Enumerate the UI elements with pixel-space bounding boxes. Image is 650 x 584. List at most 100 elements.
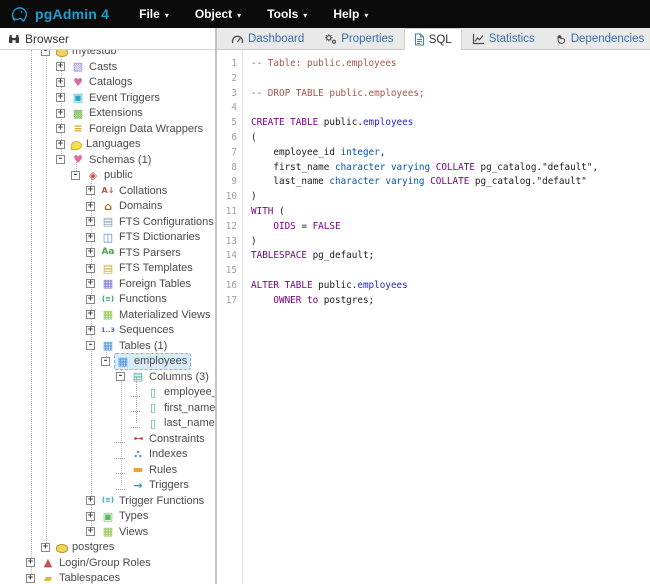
tree-item-types[interactable]: +▣Types bbox=[0, 509, 215, 525]
tab-dependencies[interactable]: Dependencies bbox=[545, 28, 650, 49]
sql-token-keyword: TABLESPACE bbox=[251, 250, 307, 261]
tree-item-collations[interactable]: +A↓Collations bbox=[0, 183, 215, 199]
menu-file[interactable]: File ▾ bbox=[139, 7, 169, 21]
tree-item-sequences[interactable]: +1..3 Sequences bbox=[0, 323, 215, 339]
tree-expander-toggle[interactable]: + bbox=[86, 233, 95, 242]
tree-expander-toggle[interactable]: + bbox=[86, 527, 95, 536]
tree-item-foreign-tables[interactable]: +▦Foreign Tables bbox=[0, 276, 215, 292]
sql-token-comment: -- Table: public.employees bbox=[251, 58, 397, 69]
tree-item-label: Tables (1) bbox=[119, 340, 167, 352]
detail-tabbar: DashboardPropertiesSQLStatisticsDependen… bbox=[217, 28, 650, 50]
tree-expander-toggle[interactable]: - bbox=[71, 171, 80, 180]
tree-expander-toggle[interactable]: + bbox=[86, 295, 95, 304]
tree-item-employee-id[interactable]: ▯employee_id bbox=[0, 385, 215, 401]
tab-statistics[interactable]: Statistics bbox=[462, 28, 545, 49]
tree-item-public[interactable]: -◈public bbox=[0, 168, 215, 184]
menu-object[interactable]: Object▾ bbox=[195, 7, 241, 21]
tree-item-labelwrap: Languages bbox=[69, 136, 144, 152]
tree-expander-toggle[interactable]: + bbox=[56, 124, 65, 133]
tab-dashboard[interactable]: Dashboard bbox=[221, 28, 314, 49]
tree-expander-toggle[interactable]: + bbox=[86, 310, 95, 319]
tree-item-indexes[interactable]: ∴Indexes bbox=[0, 447, 215, 463]
tree-item-employees[interactable]: -▦employees bbox=[0, 354, 215, 370]
tree-expander-toggle[interactable]: + bbox=[86, 217, 95, 226]
tree-expander-toggle[interactable]: - bbox=[56, 155, 65, 164]
detail-panel: DashboardPropertiesSQLStatisticsDependen… bbox=[217, 28, 650, 584]
menu-help[interactable]: Help▾ bbox=[333, 7, 368, 21]
sql-editor[interactable]: 1234567891011121314151617 -- Table: publ… bbox=[217, 50, 650, 584]
functions-icon: (≡) bbox=[101, 293, 115, 306]
sql-token-type: integer bbox=[341, 147, 380, 158]
tree-expander-toggle[interactable]: + bbox=[26, 574, 35, 583]
tree-expander-toggle[interactable]: + bbox=[86, 496, 95, 505]
tree-expander-toggle[interactable]: + bbox=[56, 93, 65, 102]
tree-expander-toggle[interactable]: - bbox=[86, 341, 95, 350]
tree-expander-toggle[interactable]: + bbox=[86, 264, 95, 273]
views-icon: ▦ bbox=[101, 525, 115, 538]
tree-item-label: first_name bbox=[164, 402, 215, 414]
tree-item-domains[interactable]: +⌂Domains bbox=[0, 199, 215, 215]
sql-token-keyword: OIDS bbox=[273, 221, 295, 232]
tree-expander-toggle[interactable]: - bbox=[101, 357, 110, 366]
tree-item-label: Foreign Data Wrappers bbox=[89, 123, 203, 135]
tree-item-languages[interactable]: + Languages bbox=[0, 137, 215, 153]
sequences-icon: 1..3 bbox=[101, 324, 115, 337]
tree-expander-toggle[interactable]: + bbox=[86, 512, 95, 521]
tree-expander-toggle[interactable]: + bbox=[86, 326, 95, 335]
tree-item-label: Schemas (1) bbox=[89, 154, 151, 166]
tree-item-views[interactable]: +▦Views bbox=[0, 524, 215, 540]
tree-item-label: FTS Templates bbox=[119, 262, 193, 274]
tree-expander-toggle[interactable]: + bbox=[86, 202, 95, 211]
tree-item-last-name[interactable]: ▯last_name bbox=[0, 416, 215, 432]
types-icon: ▣ bbox=[101, 510, 115, 523]
tree-item-extensions[interactable]: +▩Extensions bbox=[0, 106, 215, 122]
tree-item-functions[interactable]: +(≡)Functions bbox=[0, 292, 215, 308]
tree-item-fts-parsers[interactable]: +AaFTS Parsers bbox=[0, 245, 215, 261]
tree-item-constraints[interactable]: ►◄Constraints bbox=[0, 431, 215, 447]
tree-item-labelwrap: →Triggers bbox=[129, 477, 193, 494]
tree-item-rules[interactable]: ▬Rules bbox=[0, 462, 215, 478]
tree-item-columns-3[interactable]: -▤Columns (3) bbox=[0, 369, 215, 385]
tree-expander-toggle[interactable]: + bbox=[56, 109, 65, 118]
tree-item-first-name[interactable]: ▯first_name bbox=[0, 400, 215, 416]
column-icon: ▯ bbox=[146, 386, 160, 399]
tree-item-tables-1[interactable]: -▦Tables (1) bbox=[0, 338, 215, 354]
tree-item-label: Sequences bbox=[119, 324, 174, 336]
sql-code-line: ) bbox=[251, 235, 650, 250]
tree-item-postgres[interactable]: +postgres bbox=[0, 540, 215, 556]
tree-item-login-group-roles[interactable]: +▲Login/Group Roles bbox=[0, 555, 215, 571]
tree-item-tablespaces[interactable]: +▰Tablespaces bbox=[0, 571, 215, 584]
tree-item-casts[interactable]: +▧Casts bbox=[0, 59, 215, 75]
tree-expander-toggle[interactable]: + bbox=[86, 279, 95, 288]
tree-item-fts-configurations[interactable]: +▤FTS Configurations bbox=[0, 214, 215, 230]
tree-item-schemas-1[interactable]: -♥Schemas (1) bbox=[0, 152, 215, 168]
tree-expander-toggle[interactable]: + bbox=[41, 543, 50, 552]
sql-token-plain: ( bbox=[251, 132, 257, 143]
tree-expander-toggle[interactable]: + bbox=[56, 62, 65, 71]
pgadmin-logo-icon bbox=[10, 5, 29, 24]
tree-expander-toggle[interactable]: + bbox=[56, 140, 65, 149]
tree-item-fts-dictionaries[interactable]: +◫FTS Dictionaries bbox=[0, 230, 215, 246]
tree-item-triggers[interactable]: →Triggers bbox=[0, 478, 215, 494]
menu-label: Help bbox=[333, 7, 359, 21]
tab-sql[interactable]: SQL bbox=[404, 28, 462, 50]
tab-properties[interactable]: Properties bbox=[314, 28, 403, 49]
tree-expander-toggle[interactable]: + bbox=[86, 248, 95, 257]
tree-expander-toggle[interactable]: + bbox=[26, 558, 35, 567]
tree-expander-toggle[interactable]: - bbox=[116, 372, 125, 381]
tree-expander-toggle[interactable]: - bbox=[41, 50, 50, 56]
tree-item-trigger-functions[interactable]: +(≡)Trigger Functions bbox=[0, 493, 215, 509]
tree-item-fts-templates[interactable]: +▤FTS Templates bbox=[0, 261, 215, 277]
menu-tools[interactable]: Tools▾ bbox=[267, 7, 307, 21]
tree-item-event-triggers[interactable]: +▣Event Triggers bbox=[0, 90, 215, 106]
tree-item-materialized-views[interactable]: +▦Materialized Views bbox=[0, 307, 215, 323]
sql-code-line: WITH ( bbox=[251, 205, 650, 220]
column-icon: ▯ bbox=[146, 417, 160, 430]
tree-item-foreign-data-wrappers[interactable]: +≡Foreign Data Wrappers bbox=[0, 121, 215, 137]
tree-item-catalogs[interactable]: +♥Catalogs bbox=[0, 75, 215, 91]
tree-expander-toggle[interactable]: + bbox=[86, 186, 95, 195]
chevron-down-icon: ▾ bbox=[165, 11, 169, 20]
sql-line-number: 2 bbox=[217, 72, 242, 87]
menu-label: File bbox=[139, 7, 160, 21]
tree-expander-toggle[interactable]: + bbox=[56, 78, 65, 87]
